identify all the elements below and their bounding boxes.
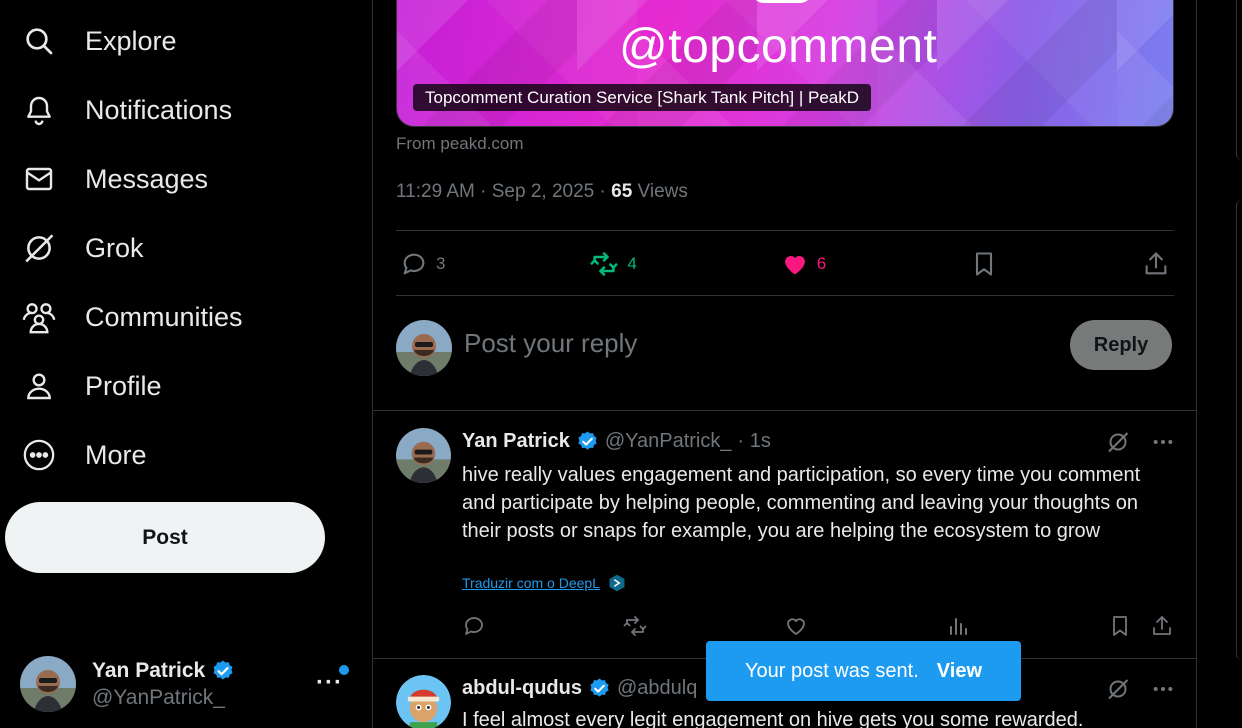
grok-icon	[20, 229, 58, 267]
verified-badge-icon	[576, 430, 599, 453]
sidebar-item-profile[interactable]: Profile	[20, 358, 162, 414]
right-sidebar-edge	[1236, 0, 1242, 728]
heart-filled-icon	[781, 250, 809, 278]
sidebar-item-messages[interactable]: Messages	[20, 151, 208, 207]
reply-input[interactable]	[464, 328, 1024, 359]
envelope-icon	[20, 160, 58, 198]
sidebar: Explore Notifications Messages Grok Comm…	[0, 0, 372, 728]
account-switcher[interactable]: Yan Patrick @YanPatrick_ ···	[20, 655, 355, 713]
reply-button[interactable]: 3	[400, 250, 445, 278]
like-button[interactable]: 6	[781, 250, 826, 278]
sidebar-item-explore[interactable]: Explore	[20, 13, 177, 69]
sidebar-item-label: Communities	[85, 301, 243, 332]
more-horizontal-icon[interactable]: ···	[316, 669, 343, 697]
more-horizontal-icon[interactable]	[1152, 431, 1174, 453]
sidebar-item-communities[interactable]: Communities	[20, 289, 243, 345]
account-name: Yan Patrick	[92, 658, 206, 682]
deepl-icon	[608, 574, 626, 592]
post-time[interactable]: · 1s	[738, 430, 771, 453]
sidebar-item-label: More	[85, 439, 147, 470]
bookmark-icon	[970, 250, 998, 278]
toast-message: Your post was sent.	[744, 659, 919, 682]
reply-actions	[462, 614, 1176, 642]
translate-label: Traduzir com o DeepL	[462, 575, 600, 591]
share-icon	[1142, 250, 1170, 278]
link-card-image[interactable]: @topcomment Topcomment Curation Service …	[396, 0, 1174, 127]
toast-view-link[interactable]: View	[937, 660, 982, 683]
sidebar-item-notifications[interactable]: Notifications	[20, 82, 232, 138]
sidebar-item-label: Profile	[85, 370, 162, 401]
author-handle[interactable]: @YanPatrick_	[605, 430, 732, 453]
divider	[373, 410, 1196, 411]
bell-icon	[20, 91, 58, 129]
search-icon	[20, 22, 58, 60]
bookmark-icon[interactable]	[1108, 614, 1132, 638]
views-count: 65	[611, 181, 633, 202]
post-button[interactable]: Post	[5, 502, 325, 573]
repost-count: 4	[627, 253, 637, 273]
verified-badge-icon	[588, 677, 611, 700]
avatar[interactable]	[396, 675, 451, 728]
avatar	[20, 656, 76, 712]
repost-icon	[589, 250, 619, 278]
main-column: @topcomment Topcomment Curation Service …	[372, 0, 1197, 728]
author-name[interactable]: Yan Patrick	[462, 430, 570, 453]
card-caption: Topcomment Curation Service [Shark Tank …	[413, 84, 872, 111]
card-source[interactable]: From peakd.com	[396, 134, 524, 154]
sidebar-item-grok[interactable]: Grok	[20, 220, 144, 276]
tweet-text: I feel almost every legit engagement on …	[462, 709, 1084, 728]
author-name[interactable]: abdul-qudus	[462, 677, 582, 700]
translate-link[interactable]: Traduzir com o DeepL	[462, 574, 626, 592]
share-button[interactable]	[1142, 250, 1170, 278]
person-icon	[20, 367, 58, 405]
reply-icon[interactable]	[462, 614, 486, 638]
notification-dot	[339, 665, 349, 675]
post-time[interactable]: 11:29 AM · Sep 2, 2025 ·	[396, 181, 611, 202]
repost-icon[interactable]	[622, 614, 648, 638]
reply-composer: Reply	[396, 318, 1174, 378]
divider	[396, 295, 1174, 296]
reply-icon	[400, 250, 428, 278]
like-count: 6	[816, 253, 827, 273]
communities-icon	[20, 298, 58, 336]
account-handle: @YanPatrick_	[92, 685, 225, 709]
avatar	[396, 320, 452, 376]
reply-tweet[interactable]: Yan Patrick @YanPatrick_ · 1s hive reall…	[396, 428, 1174, 658]
more-horizontal-icon[interactable]	[1152, 678, 1174, 700]
card-image-text: @topcomment	[619, 20, 938, 73]
sidebar-item-label: Messages	[85, 163, 209, 194]
bookmark-button[interactable]	[970, 250, 998, 278]
sidebar-item-label: Explore	[85, 25, 177, 56]
grok-icon[interactable]	[1106, 677, 1130, 701]
post-sent-toast: Your post was sent. View	[706, 641, 1021, 701]
tweet-text: hive really values engagement and partic…	[462, 464, 1141, 542]
grok-icon[interactable]	[1106, 430, 1130, 454]
more-circle-icon	[20, 436, 58, 474]
post-meta: 11:29 AM · Sep 2, 2025 · 65 Views	[396, 181, 688, 203]
avatar[interactable]	[396, 428, 451, 483]
author-handle[interactable]: @abdulq	[617, 677, 697, 700]
views-label: Views	[632, 181, 688, 202]
sidebar-item-more[interactable]: More	[20, 427, 147, 483]
heart-icon[interactable]	[784, 614, 808, 638]
verified-badge-icon	[211, 659, 235, 683]
sidebar-item-label: Grok	[85, 232, 144, 263]
reply-count: 3	[436, 253, 446, 273]
sidebar-item-label: Notifications	[85, 94, 233, 125]
repost-button[interactable]: 4	[589, 250, 637, 278]
share-icon[interactable]	[1150, 614, 1174, 638]
analytics-icon[interactable]	[946, 614, 970, 638]
reply-submit-button[interactable]: Reply	[1070, 320, 1172, 370]
post-actions: 3 4 6	[396, 232, 1174, 295]
divider	[396, 230, 1174, 231]
